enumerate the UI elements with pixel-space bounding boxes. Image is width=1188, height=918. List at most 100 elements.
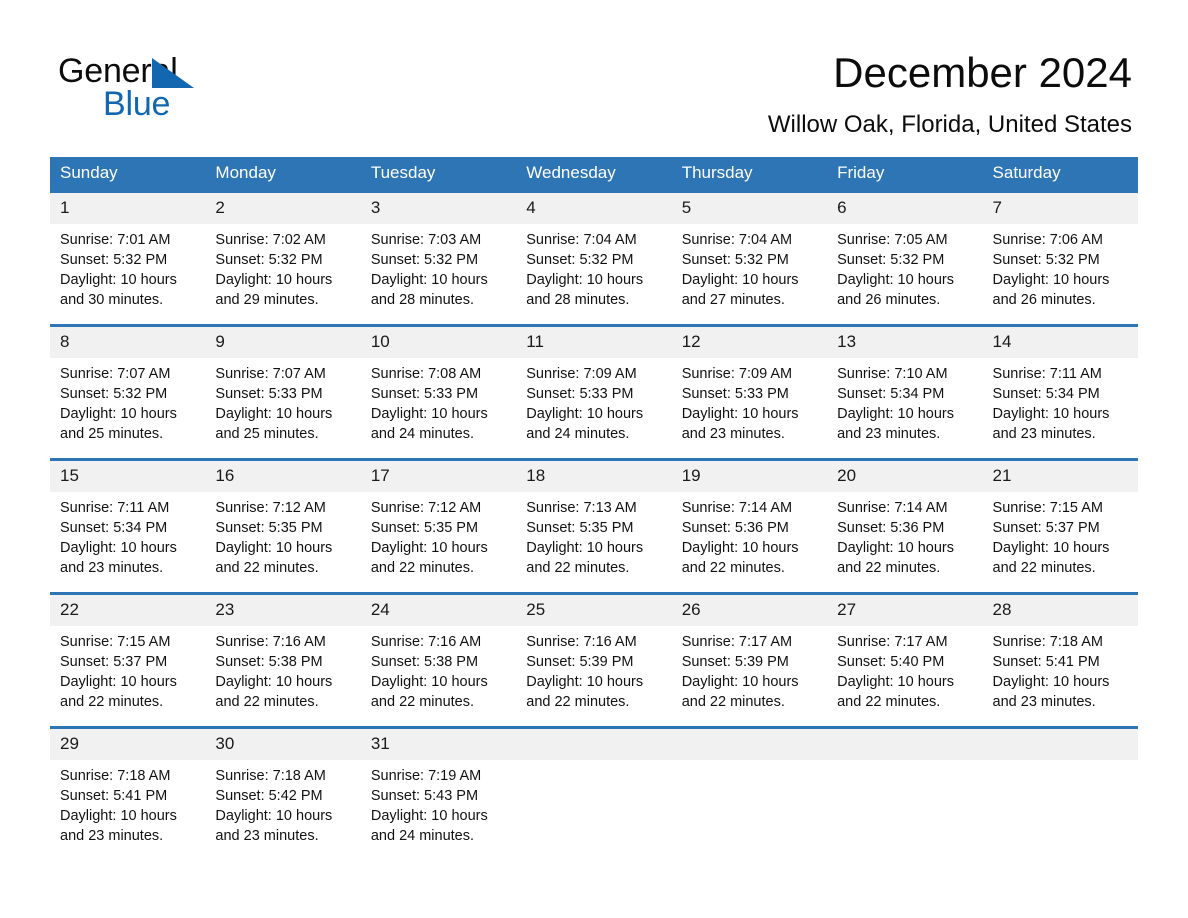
day-number: 12: [671, 327, 828, 358]
calendar-body: 1 Sunrise: 7:01 AM Sunset: 5:32 PM Dayli…: [50, 190, 1138, 860]
day-details: Sunrise: 7:18 AM Sunset: 5:41 PM Dayligh…: [983, 626, 1138, 712]
day-cell[interactable]: 29 Sunrise: 7:18 AM Sunset: 5:41 PM Dayl…: [50, 726, 206, 860]
day-cell[interactable]: 13 Sunrise: 7:10 AM Sunset: 5:34 PM Dayl…: [827, 324, 983, 460]
daylight-text-line1: Daylight: 10 hours: [215, 808, 333, 824]
daylight-text-line1: Daylight: 10 hours: [837, 272, 954, 288]
daylight-text-line2: and 25 minutes.: [215, 426, 319, 442]
day-details: Sunrise: 7:16 AM Sunset: 5:38 PM Dayligh…: [361, 626, 516, 712]
weekday-header-thursday: Thursday: [671, 157, 828, 192]
daylight-text-line1: Daylight: 10 hours: [681, 406, 799, 422]
daylight-text-line2: and 22 minutes.: [526, 694, 630, 710]
day-cell[interactable]: 9 Sunrise: 7:07 AM Sunset: 5:33 PM Dayli…: [205, 324, 361, 460]
day-details: Sunrise: 7:11 AM Sunset: 5:34 PM Dayligh…: [50, 492, 205, 578]
daylight-text-line2: and 22 minutes.: [837, 694, 941, 710]
day-number: 4: [516, 193, 672, 224]
day-cell[interactable]: 16 Sunrise: 7:12 AM Sunset: 5:35 PM Dayl…: [205, 458, 361, 594]
day-cell[interactable]: 27 Sunrise: 7:17 AM Sunset: 5:40 PM Dayl…: [827, 592, 983, 728]
day-cell[interactable]: 10 Sunrise: 7:08 AM Sunset: 5:33 PM Dayl…: [360, 324, 517, 460]
day-details: Sunrise: 7:07 AM Sunset: 5:32 PM Dayligh…: [50, 358, 205, 444]
day-details: Sunrise: 7:08 AM Sunset: 5:33 PM Dayligh…: [361, 358, 516, 444]
day-cell[interactable]: 2 Sunrise: 7:02 AM Sunset: 5:32 PM Dayli…: [205, 190, 361, 326]
location-subtitle: Willow Oak, Florida, United States: [767, 111, 1132, 138]
day-cell[interactable]: 24 Sunrise: 7:16 AM Sunset: 5:38 PM Dayl…: [360, 592, 517, 728]
sunrise-text: Sunrise: 7:17 AM: [681, 634, 793, 650]
day-details: Sunrise: 7:09 AM Sunset: 5:33 PM Dayligh…: [672, 358, 827, 444]
day-cell[interactable]: 15 Sunrise: 7:11 AM Sunset: 5:34 PM Dayl…: [50, 458, 206, 594]
daylight-text-line2: and 22 minutes.: [526, 560, 630, 576]
sunrise-text: Sunrise: 7:07 AM: [60, 366, 171, 382]
sunrise-text: Sunrise: 7:04 AM: [681, 232, 793, 248]
daylight-text-line1: Daylight: 10 hours: [992, 540, 1110, 556]
weekday-header-friday: Friday: [827, 157, 983, 192]
day-number: 28: [982, 595, 1138, 626]
daylight-text-line2: and 23 minutes.: [215, 828, 319, 844]
day-number: 21: [982, 461, 1138, 492]
sunset-text: Sunset: 5:37 PM: [60, 654, 168, 670]
day-cell[interactable]: 3 Sunrise: 7:03 AM Sunset: 5:32 PM Dayli…: [360, 190, 517, 326]
day-cell[interactable]: 1 Sunrise: 7:01 AM Sunset: 5:32 PM Dayli…: [50, 190, 206, 326]
sunset-text: Sunset: 5:34 PM: [60, 520, 168, 536]
sunset-text: Sunset: 5:35 PM: [215, 520, 323, 536]
day-cell[interactable]: 5 Sunrise: 7:04 AM Sunset: 5:32 PM Dayli…: [671, 190, 828, 326]
daylight-text-line1: Daylight: 10 hours: [215, 674, 333, 690]
sunrise-text: Sunrise: 7:12 AM: [370, 500, 482, 516]
day-cell[interactable]: 19 Sunrise: 7:14 AM Sunset: 5:36 PM Dayl…: [671, 458, 828, 594]
day-cell[interactable]: 4 Sunrise: 7:04 AM Sunset: 5:32 PM Dayli…: [516, 190, 672, 326]
sunset-text: Sunset: 5:36 PM: [837, 520, 945, 536]
day-cell[interactable]: 8 Sunrise: 7:07 AM Sunset: 5:32 PM Dayli…: [50, 324, 206, 460]
day-number: 30: [205, 729, 361, 760]
week-row: 22 Sunrise: 7:15 AM Sunset: 5:37 PM Dayl…: [50, 592, 1138, 728]
day-cell[interactable]: 12 Sunrise: 7:09 AM Sunset: 5:33 PM Dayl…: [671, 324, 828, 460]
day-details: Sunrise: 7:07 AM Sunset: 5:33 PM Dayligh…: [205, 358, 360, 444]
sunrise-text: Sunrise: 7:11 AM: [992, 366, 1102, 382]
day-details: Sunrise: 7:19 AM Sunset: 5:43 PM Dayligh…: [361, 760, 516, 846]
day-number: 25: [516, 595, 672, 626]
day-cell-empty: [516, 726, 672, 860]
day-cell[interactable]: 17 Sunrise: 7:12 AM Sunset: 5:35 PM Dayl…: [360, 458, 517, 594]
day-number: 13: [827, 327, 983, 358]
sunrise-text: Sunrise: 7:05 AM: [837, 232, 948, 248]
day-cell[interactable]: 7 Sunrise: 7:06 AM Sunset: 5:32 PM Dayli…: [982, 190, 1138, 326]
day-cell[interactable]: 26 Sunrise: 7:17 AM Sunset: 5:39 PM Dayl…: [671, 592, 828, 728]
day-cell[interactable]: 25 Sunrise: 7:16 AM Sunset: 5:39 PM Dayl…: [516, 592, 672, 728]
daylight-text-line1: Daylight: 10 hours: [215, 406, 333, 422]
page-title: December 2024: [833, 49, 1132, 96]
sunset-text: Sunset: 5:42 PM: [215, 788, 323, 804]
day-cell[interactable]: 21 Sunrise: 7:15 AM Sunset: 5:37 PM Dayl…: [982, 458, 1138, 594]
day-number: 14: [982, 327, 1138, 358]
sunset-text: Sunset: 5:32 PM: [60, 252, 168, 268]
day-details: Sunrise: 7:10 AM Sunset: 5:34 PM Dayligh…: [827, 358, 982, 444]
sunset-text: Sunset: 5:35 PM: [526, 520, 634, 536]
day-cell[interactable]: 22 Sunrise: 7:15 AM Sunset: 5:37 PM Dayl…: [50, 592, 206, 728]
sunset-text: Sunset: 5:39 PM: [681, 654, 789, 670]
day-cell[interactable]: 20 Sunrise: 7:14 AM Sunset: 5:36 PM Dayl…: [827, 458, 983, 594]
day-details: Sunrise: 7:05 AM Sunset: 5:32 PM Dayligh…: [827, 224, 982, 310]
day-cell[interactable]: 14 Sunrise: 7:11 AM Sunset: 5:34 PM Dayl…: [982, 324, 1138, 460]
day-number: 29: [50, 729, 206, 760]
day-number: 3: [360, 193, 517, 224]
day-cell[interactable]: 6 Sunrise: 7:05 AM Sunset: 5:32 PM Dayli…: [827, 190, 983, 326]
day-cell-empty: [671, 726, 828, 860]
day-number: [516, 729, 672, 760]
day-cell[interactable]: 28 Sunrise: 7:18 AM Sunset: 5:41 PM Dayl…: [982, 592, 1138, 728]
sunset-text: Sunset: 5:33 PM: [681, 386, 789, 402]
day-number: [671, 729, 828, 760]
day-number: 16: [205, 461, 361, 492]
weekday-header-wednesday: Wednesday: [516, 157, 672, 192]
day-cell[interactable]: 31 Sunrise: 7:19 AM Sunset: 5:43 PM Dayl…: [360, 726, 517, 860]
day-details: Sunrise: 7:18 AM Sunset: 5:41 PM Dayligh…: [50, 760, 205, 846]
sunrise-text: Sunrise: 7:02 AM: [215, 232, 326, 248]
day-cell[interactable]: 11 Sunrise: 7:09 AM Sunset: 5:33 PM Dayl…: [516, 324, 672, 460]
daylight-text-line2: and 22 minutes.: [681, 694, 785, 710]
daylight-text-line1: Daylight: 10 hours: [681, 674, 799, 690]
sunset-text: Sunset: 5:32 PM: [215, 252, 323, 268]
weekday-header-row: Sunday Monday Tuesday Wednesday Thursday…: [50, 157, 1138, 192]
day-details: Sunrise: 7:04 AM Sunset: 5:32 PM Dayligh…: [516, 224, 671, 310]
daylight-text-line1: Daylight: 10 hours: [60, 808, 177, 824]
day-cell[interactable]: 23 Sunrise: 7:16 AM Sunset: 5:38 PM Dayl…: [205, 592, 361, 728]
day-cell[interactable]: 18 Sunrise: 7:13 AM Sunset: 5:35 PM Dayl…: [516, 458, 672, 594]
daylight-text-line2: and 23 minutes.: [60, 560, 164, 576]
day-cell-empty: [982, 726, 1138, 860]
daylight-text-line2: and 24 minutes.: [526, 426, 630, 442]
day-cell[interactable]: 30 Sunrise: 7:18 AM Sunset: 5:42 PM Dayl…: [205, 726, 361, 860]
